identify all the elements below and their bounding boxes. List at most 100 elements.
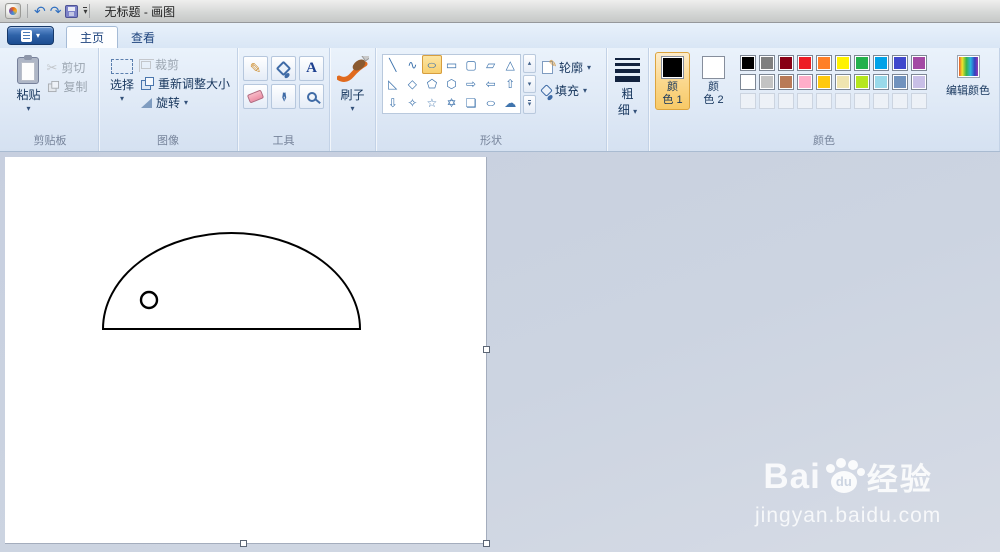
shape-cell[interactable]: ◇ (403, 74, 423, 93)
color-swatch[interactable] (835, 93, 851, 109)
shapes-more-button[interactable]: ▾ (523, 95, 536, 115)
canvas-resize-handle-corner[interactable] (483, 540, 490, 547)
color-picker-tool-button[interactable]: ✒ (271, 84, 296, 109)
chevron-down-icon: ▾ (35, 30, 40, 40)
size-label-line2: 细 ▾ (617, 103, 638, 117)
shape-cell[interactable]: ⇨ (461, 74, 481, 93)
shapes-scrollbar: ▴ ▾ ▾ (523, 54, 536, 115)
select-button[interactable]: 选择 ▾ (106, 52, 138, 105)
color-swatch[interactable] (911, 55, 927, 71)
eraser-tool-button[interactable] (243, 84, 268, 109)
shape-cell[interactable]: △ (500, 55, 520, 74)
color-swatch[interactable] (740, 55, 756, 71)
paste-button[interactable]: 粘贴 ▾ (12, 52, 44, 115)
group-shapes: ╲ ∿ ○ ▭ ▢ ▱ △ ◺ ◇ ⬠ ⬡ ⇨ ⇦ ⇧ ⇩ ✧ ☆ ✡ ❏ ○ … (376, 48, 607, 151)
color-swatch[interactable] (835, 55, 851, 71)
color-swatch[interactable] (873, 93, 889, 109)
shape-cell[interactable]: ⇩ (383, 93, 403, 112)
tab-home[interactable]: 主页 (66, 26, 119, 48)
pencil-tool-button[interactable]: ✎ (243, 56, 268, 81)
color-swatch[interactable] (911, 74, 927, 90)
color-swatch[interactable] (797, 93, 813, 109)
magnifier-tool-button[interactable] (299, 84, 324, 109)
qat-customize-dropdown-icon[interactable]: ▾ (83, 7, 88, 16)
copy-button[interactable]: 复制 (47, 77, 88, 96)
fill-tool-button[interactable] (271, 56, 296, 81)
shape-cell[interactable]: ⬠ (422, 74, 442, 93)
shape-cell[interactable]: ☆ (422, 93, 442, 112)
color-swatch[interactable] (816, 55, 832, 71)
undo-icon[interactable]: ↶ (34, 4, 46, 18)
color-palette (740, 55, 927, 109)
copy-icon (47, 80, 59, 93)
group-label-brush-empty (332, 134, 373, 151)
color-swatch[interactable] (911, 93, 927, 109)
shape-cell[interactable]: ✧ (403, 93, 423, 112)
shape-cell[interactable]: ⇧ (500, 74, 520, 93)
color-swatch[interactable] (873, 55, 889, 71)
save-icon[interactable] (65, 4, 79, 18)
fill-button[interactable]: 填充 ▾ (540, 81, 591, 100)
color-swatch[interactable] (816, 93, 832, 109)
size-button[interactable]: 粗 细 ▾ (610, 52, 646, 119)
shape-cell[interactable]: ▭ (442, 55, 462, 74)
shape-cell[interactable]: ⇦ (481, 74, 501, 93)
paint-menu-button[interactable]: ▾ (7, 26, 54, 45)
color-swatch[interactable] (835, 74, 851, 90)
chevron-down-icon: ▾ (119, 94, 124, 103)
canvas-drawing (101, 232, 362, 330)
crop-button[interactable]: 裁剪 (139, 55, 230, 74)
color-swatch[interactable] (873, 74, 889, 90)
shape-cell[interactable]: ◺ (383, 74, 403, 93)
shapes-scroll-up-button[interactable]: ▴ (523, 54, 536, 73)
color-swatch[interactable] (778, 93, 794, 109)
color-swatch[interactable] (797, 74, 813, 90)
color-swatch[interactable] (892, 74, 908, 90)
color1-button[interactable]: 颜色 1 (655, 52, 690, 110)
brush-button[interactable]: 刷子 ▾ (332, 52, 373, 115)
shape-cell[interactable]: ▢ (461, 55, 481, 74)
color-swatch[interactable] (759, 93, 775, 109)
color-swatch[interactable] (854, 55, 870, 71)
window-title: 无标题 - 画图 (104, 4, 176, 19)
shape-cell[interactable]: ⬡ (442, 74, 462, 93)
color-swatch[interactable] (759, 55, 775, 71)
shapes-scroll-down-button[interactable]: ▾ (523, 74, 536, 94)
color-swatch[interactable] (778, 74, 794, 90)
text-tool-button[interactable]: A (299, 56, 324, 81)
size-label-line1: 粗 (621, 87, 634, 101)
canvas-resize-handle-bottom[interactable] (240, 540, 247, 547)
shape-cell[interactable]: ☁ (500, 93, 520, 112)
resize-button[interactable]: 重新调整大小 (141, 74, 230, 93)
outline-button[interactable]: ✎ 轮廓 ▾ (542, 58, 591, 77)
tab-view[interactable]: 查看 (118, 26, 168, 48)
color-swatch[interactable] (759, 74, 775, 90)
shape-cell[interactable]: ✡ (442, 93, 462, 112)
color-swatch[interactable] (892, 93, 908, 109)
divider (89, 4, 91, 18)
shape-cell[interactable]: ∿ (403, 55, 423, 74)
color-swatch[interactable] (892, 55, 908, 71)
group-image: 选择 ▾ 裁剪 重新调整大小 旋转 ▾ 图像 (99, 48, 238, 151)
shape-cell[interactable]: ╲ (383, 55, 403, 74)
drawing-canvas[interactable] (5, 157, 486, 543)
shapes-gallery: ╲ ∿ ○ ▭ ▢ ▱ △ ◺ ◇ ⬠ ⬡ ⇨ ⇦ ⇧ ⇩ ✧ ☆ ✡ ❏ ○ … (382, 54, 521, 114)
shape-cell[interactable]: ❏ (461, 93, 481, 112)
edit-colors-button[interactable]: 编辑颜色 (939, 52, 997, 98)
color-swatch[interactable] (816, 74, 832, 90)
redo-icon[interactable]: ↷ (50, 4, 62, 18)
color-swatch[interactable] (797, 55, 813, 71)
paint-app-icon[interactable] (5, 3, 21, 19)
color-swatch[interactable] (854, 74, 870, 90)
color2-button[interactable]: 颜色 2 (696, 52, 731, 110)
color-swatch[interactable] (854, 93, 870, 109)
shape-cell[interactable]: ○ (422, 55, 442, 74)
color-swatch[interactable] (740, 93, 756, 109)
color-swatch[interactable] (740, 74, 756, 90)
rotate-button[interactable]: 旋转 ▾ (141, 93, 230, 112)
canvas-resize-handle-right[interactable] (483, 346, 490, 353)
shape-cell[interactable]: ▱ (481, 55, 501, 74)
color-swatch[interactable] (778, 55, 794, 71)
shape-cell[interactable]: ○ (481, 93, 501, 112)
cut-button[interactable]: ✂ 剪切 (47, 58, 88, 77)
